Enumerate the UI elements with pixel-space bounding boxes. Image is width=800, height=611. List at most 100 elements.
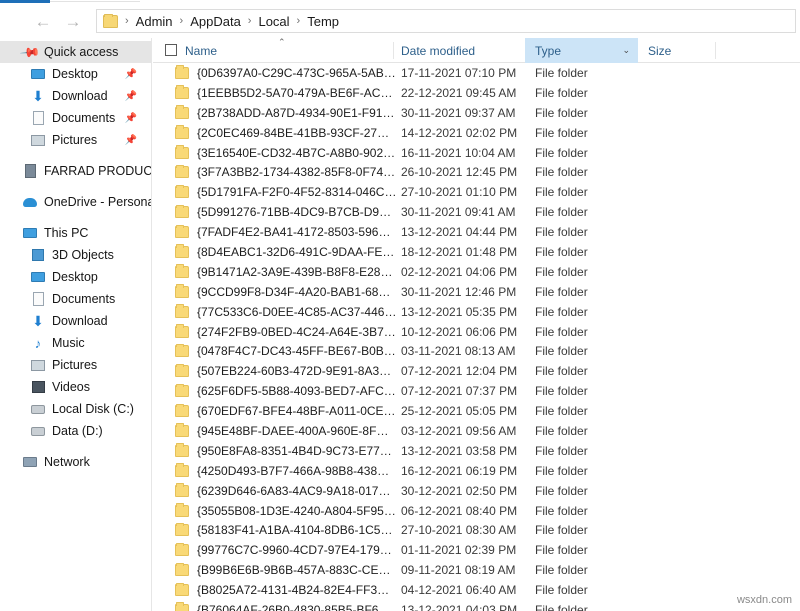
table-row[interactable]: {625F6DF5-5B88-4093-BED7-AFC387F9...07-1… <box>153 381 800 401</box>
table-row[interactable]: {5D991276-71BB-4DC9-B7CB-D9D8BD...30-11-… <box>153 202 800 222</box>
sidebar-item-quick-access[interactable]: 📌Quick access <box>0 41 151 63</box>
folder-icon <box>175 465 189 477</box>
column-header-size[interactable]: Size <box>648 38 671 63</box>
select-all-checkbox[interactable] <box>165 44 177 56</box>
table-row[interactable]: {0478F4C7-DC43-45FF-BE67-B0B735D...03-11… <box>153 341 800 361</box>
forward-icon[interactable]: → <box>60 8 86 34</box>
table-row[interactable]: {B99B6E6B-9B6B-457A-883C-CE66B70...09-11… <box>153 560 800 580</box>
sidebar-item-music[interactable]: ♪Music <box>0 332 151 354</box>
table-row[interactable]: {99776C7C-9960-4CD7-97E4-17905AA...01-11… <box>153 540 800 560</box>
column-divider[interactable] <box>715 42 716 59</box>
sidebar-item-documents[interactable]: Documents📌 <box>0 107 151 129</box>
table-row[interactable]: {9CCD99F8-D34F-4A20-BAB1-6841C51...30-11… <box>153 282 800 302</box>
date-modified-cell: 04-12-2021 06:40 AM <box>401 583 516 597</box>
sidebar-item-download[interactable]: ⬇Download <box>0 310 151 332</box>
table-row[interactable]: {5D1791FA-F2F0-4F52-8314-046C9C8D...27-1… <box>153 182 800 202</box>
date-modified-cell: 30-11-2021 09:37 AM <box>401 106 516 120</box>
sidebar-item-label: Download <box>52 314 108 328</box>
column-header-name[interactable]: Name <box>185 38 217 63</box>
breadcrumb-item-appdata[interactable]: AppData <box>190 14 241 29</box>
column-header-date-modified-label: Date modified <box>401 44 475 58</box>
chevron-down-icon[interactable]: ⌄ <box>622 45 630 56</box>
date-modified-cell: 06-12-2021 08:40 PM <box>401 504 517 518</box>
sidebar-group-spacer <box>0 213 151 222</box>
sidebar-item-label: Download <box>52 89 108 103</box>
sidebar-item-farrad-production[interactable]: FARRAD PRODUCTION <box>0 160 151 182</box>
file-rows[interactable]: {0D6397A0-C29C-473C-965A-5AB92FF...17-11… <box>153 63 800 611</box>
table-row[interactable]: {507EB224-60B3-472D-9E91-8A361C6F...07-1… <box>153 361 800 381</box>
date-modified-cell: 01-11-2021 02:39 PM <box>401 543 516 557</box>
breadcrumb-item-temp[interactable]: Temp <box>307 14 339 29</box>
type-cell: File folder <box>535 404 588 418</box>
table-row[interactable]: {1EEBB5D2-5A70-479A-BE6F-ACFC06F...22-12… <box>153 83 800 103</box>
sidebar-item-download[interactable]: ⬇Download📌 <box>0 85 151 107</box>
folder-icon <box>175 306 189 318</box>
table-row[interactable]: {950E8FA8-8351-4B4D-9C73-E77450D3...13-1… <box>153 441 800 461</box>
file-name-cell: {58183F41-A1BA-4104-8DB6-1C54758... <box>197 523 397 537</box>
sidebar-item-desktop[interactable]: Desktop <box>0 266 151 288</box>
table-row[interactable]: {945E48BF-DAEE-400A-960E-8FC0C5F...03-12… <box>153 421 800 441</box>
sidebar-item-this-pc[interactable]: This PC <box>0 222 151 244</box>
column-header-type[interactable]: Type ⌄ <box>525 38 638 63</box>
sidebar-item-label: Music <box>52 336 85 350</box>
breadcrumb-item-local[interactable]: Local <box>258 14 289 29</box>
table-row[interactable]: {35055B08-1D3E-4240-A804-5F95F73E...06-1… <box>153 501 800 521</box>
sidebar-item-pictures[interactable]: Pictures 📌 <box>0 129 151 151</box>
sidebar-item-documents[interactable]: Documents <box>0 288 151 310</box>
table-row[interactable]: {2C0EC469-84BE-41BB-93CF-27A6F4E...14-12… <box>153 123 800 143</box>
sidebar-item-videos[interactable]: Videos <box>0 376 151 398</box>
folder-icon <box>175 147 189 159</box>
sidebar-item-local-disk-c[interactable]: Local Disk (C:) <box>0 398 151 420</box>
table-row[interactable]: {8D4EABC1-32D6-491C-9DAA-FED6C6...18-12-… <box>153 242 800 262</box>
table-row[interactable]: {58183F41-A1BA-4104-8DB6-1C54758...27-10… <box>153 520 800 540</box>
pin-icon[interactable]: 📌 <box>125 91 137 102</box>
breadcrumb-separator: › <box>125 15 129 27</box>
pin-icon[interactable]: 📌 <box>125 113 137 124</box>
type-cell: File folder <box>535 305 588 319</box>
type-cell: File folder <box>535 384 588 398</box>
sidebar-item-pictures[interactable]: Pictures <box>0 354 151 376</box>
file-name-cell: {4250D493-B7F7-466A-98B8-438A9C4... <box>197 464 397 478</box>
sidebar-item-data-d[interactable]: Data (D:) <box>0 420 151 442</box>
file-name-cell: {77C533C6-D0EE-4C85-AC37-4465B1B... <box>197 305 397 319</box>
sidebar-item-3d-objects[interactable]: 3D Objects <box>0 244 151 266</box>
table-row[interactable]: {274F2FB9-0BED-4C24-A64E-3B7356B5...10-1… <box>153 322 800 342</box>
column-header-date-modified[interactable]: Date modified <box>401 38 475 63</box>
back-icon[interactable]: ← <box>30 8 56 34</box>
table-row[interactable]: {7FADF4E2-BA41-4172-8503-596E7978...13-1… <box>153 222 800 242</box>
type-cell: File folder <box>535 146 588 160</box>
table-row[interactable]: {6239D646-6A83-4AC9-9A18-017A433...30-12… <box>153 481 800 501</box>
pin-icon[interactable]: 📌 <box>125 135 137 146</box>
sidebar-item-onedrive-personal[interactable]: OneDrive - Personal <box>0 191 151 213</box>
type-cell: File folder <box>535 484 588 498</box>
table-row[interactable]: {9B1471A2-3A9E-439B-B8F8-E28CBA4...02-12… <box>153 262 800 282</box>
breadcrumb-separator: › <box>248 15 252 27</box>
date-modified-cell: 07-12-2021 12:04 PM <box>401 364 517 378</box>
file-name-cell: {945E48BF-DAEE-400A-960E-8FC0C5F... <box>197 424 397 438</box>
column-divider[interactable] <box>393 42 394 59</box>
table-row[interactable]: {B8025A72-4131-4B24-82E4-FF3A8E14...04-1… <box>153 580 800 600</box>
date-modified-cell: 13-12-2021 04:44 PM <box>401 225 517 239</box>
sidebar-item-network[interactable]: Network <box>0 451 151 473</box>
sidebar-item-label: Pictures <box>52 133 97 147</box>
table-row[interactable]: {0D6397A0-C29C-473C-965A-5AB92FF...17-11… <box>153 63 800 83</box>
breadcrumb-separator: › <box>297 15 301 27</box>
picture-icon <box>30 132 46 148</box>
table-row[interactable]: {B76064AF-26B0-4830-85B5-BF648A61...13-1… <box>153 600 800 611</box>
type-cell: File folder <box>535 504 588 518</box>
table-row[interactable]: {77C533C6-D0EE-4C85-AC37-4465B1B...13-12… <box>153 302 800 322</box>
table-row[interactable]: {4250D493-B7F7-466A-98B8-438A9C4...16-12… <box>153 461 800 481</box>
table-row[interactable]: {2B738ADD-A87D-4934-90E1-F91F226...30-11… <box>153 103 800 123</box>
date-modified-cell: 13-12-2021 04:03 PM <box>401 603 517 611</box>
breadcrumb-item-admin[interactable]: Admin <box>136 14 173 29</box>
table-row[interactable]: {3E16540E-CD32-4B7C-A8B0-9020F65...16-11… <box>153 143 800 163</box>
navigation-pane[interactable]: 📌Quick accessDesktop📌⬇Download📌Documents… <box>0 38 152 611</box>
sidebar-item-desktop[interactable]: Desktop📌 <box>0 63 151 85</box>
pin-icon[interactable]: 📌 <box>125 69 137 80</box>
sidebar-item-label: FARRAD PRODUCTION <box>44 164 152 178</box>
pin-icon: 📌 <box>22 44 38 60</box>
table-row[interactable]: {670EDF67-BFE4-48BF-A011-0CED9B4...25-12… <box>153 401 800 421</box>
table-row[interactable]: {3F7A3BB2-1734-4382-85F8-0F740B71...26-1… <box>153 162 800 182</box>
address-bar[interactable]: › Admin › AppData › Local › Temp <box>96 9 796 33</box>
type-cell: File folder <box>535 165 588 179</box>
